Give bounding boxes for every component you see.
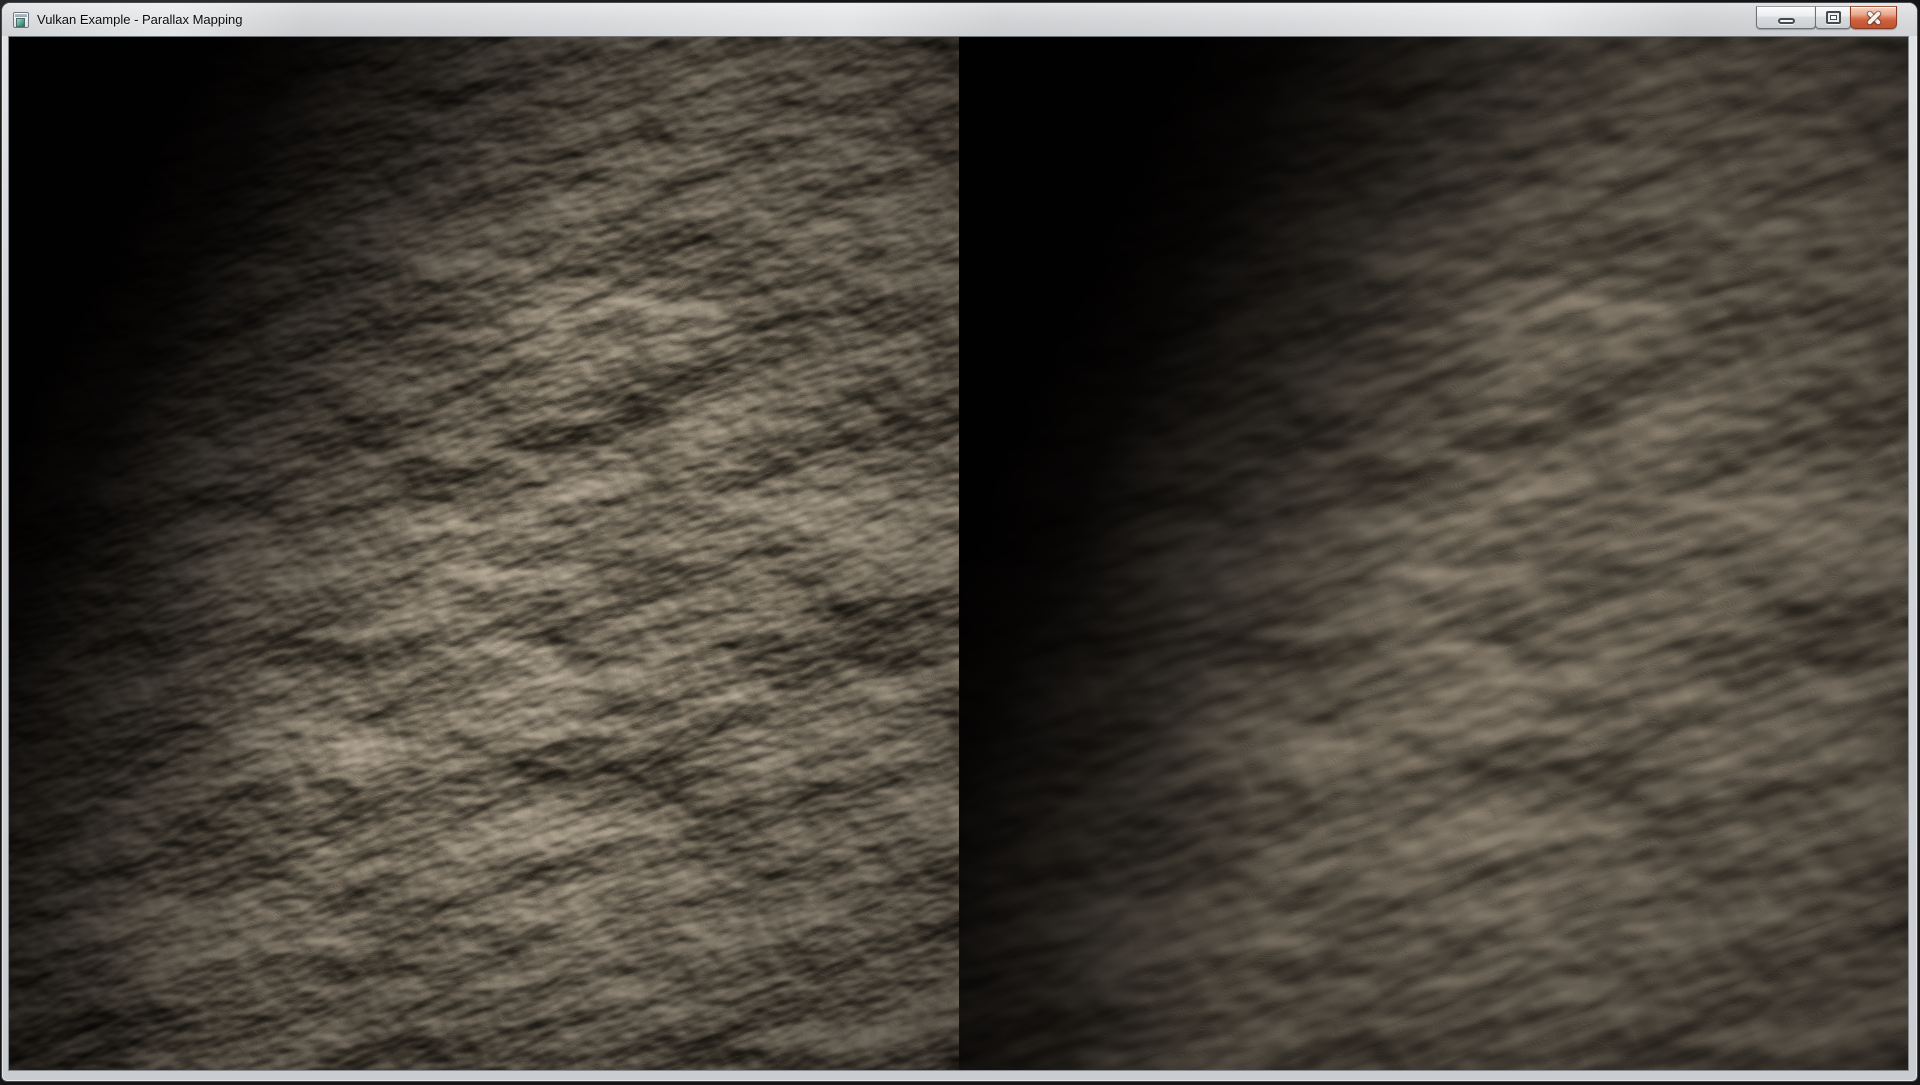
- minimize-icon: [1778, 18, 1795, 24]
- render-pane-right: [959, 37, 1909, 1070]
- close-button[interactable]: [1850, 6, 1897, 29]
- window-title: Vulkan Example - Parallax Mapping: [37, 3, 242, 36]
- titlebar[interactable]: Vulkan Example - Parallax Mapping: [2, 3, 1917, 36]
- app-icon: [13, 12, 29, 28]
- rock-wall-render-left: [9, 37, 959, 1070]
- rock-wall-render-right: [959, 37, 1909, 1070]
- minimize-button[interactable]: [1756, 6, 1816, 29]
- render-viewport[interactable]: [8, 36, 1909, 1071]
- desktop-background: Vulkan Example - Parallax Mapping: [0, 0, 1920, 1085]
- render-pane-left: [9, 37, 959, 1070]
- caption-buttons: [1756, 6, 1897, 29]
- app-window: Vulkan Example - Parallax Mapping: [1, 2, 1918, 1082]
- close-icon: [1865, 10, 1883, 26]
- titlebar-content: Vulkan Example - Parallax Mapping: [2, 3, 1757, 36]
- maximize-button[interactable]: [1815, 6, 1851, 29]
- maximize-icon: [1826, 11, 1841, 24]
